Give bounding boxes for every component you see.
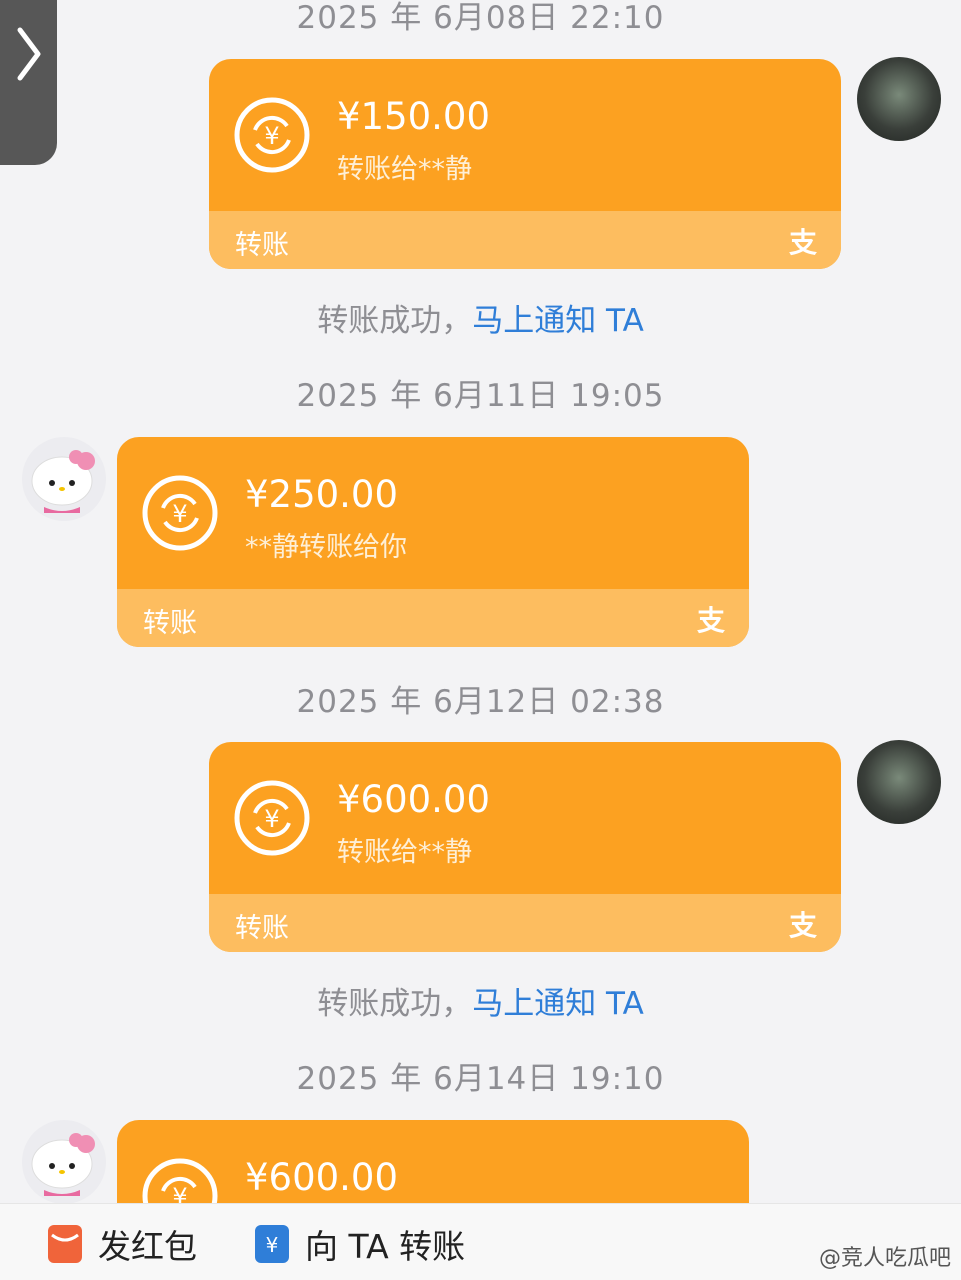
svg-text:¥: ¥	[172, 500, 187, 528]
transfer-status: 转账成功，马上通知 TA	[0, 978, 961, 1023]
timestamp: 2025 年 6月11日 19:05	[296, 378, 665, 414]
timestamp: 2025 年 6月08日 22:10	[296, 0, 665, 36]
hello-kitty-avatar-icon	[31, 450, 95, 513]
timestamp: 2025 年 6月14日 19:10	[296, 1061, 665, 1097]
transfer-label: 转账	[143, 608, 197, 639]
yuan-transfer-icon: ¥	[234, 780, 310, 856]
red-packet-label: 发红包	[98, 1227, 197, 1266]
alipay-icon: 支	[696, 604, 725, 637]
bubble-footer: 转账 支	[209, 211, 841, 269]
avatar[interactable]	[22, 437, 106, 521]
avatar[interactable]	[857, 740, 941, 824]
bubble-footer: 转账 支	[117, 589, 749, 647]
transfer-label: 转账	[235, 913, 289, 944]
timestamp: 2025 年 6月12日 02:38	[296, 684, 665, 720]
transfer-label: 向 TA 转账	[305, 1227, 466, 1266]
status-text: 转账成功，	[317, 303, 473, 339]
notify-link[interactable]: 马上通知 TA	[472, 303, 644, 339]
watermark: @竞人吃瓜吧	[818, 1246, 951, 1271]
svg-text:¥: ¥	[264, 122, 279, 150]
transfer-description: 转账给**静	[337, 154, 472, 185]
transfer-icon: ¥	[255, 1225, 289, 1263]
transfer-amount: ¥600.00	[337, 778, 491, 821]
bubble-footer: 转账 支	[209, 894, 841, 952]
transfer-amount: ¥600.00	[245, 1156, 399, 1199]
transfer-status: 转账成功，马上通知 TA	[0, 295, 961, 340]
svg-text:¥: ¥	[264, 805, 279, 833]
transfer-amount: ¥150.00	[337, 95, 491, 138]
transfer-label: 转账	[235, 230, 289, 261]
alipay-icon: 支	[788, 909, 817, 942]
red-packet-button[interactable]: 发红包	[48, 1222, 197, 1266]
transfer-bubble[interactable]: ¥ ¥250.00 **静转账给你 转账 支	[117, 437, 749, 647]
transfer-button[interactable]: ¥ 向 TA 转账	[255, 1222, 465, 1266]
hello-kitty-avatar-icon	[31, 1133, 95, 1196]
avatar[interactable]	[857, 57, 941, 141]
svg-text:¥: ¥	[266, 1233, 279, 1257]
bottom-action-bar: 发红包 ¥ 向 TA 转账	[0, 1203, 961, 1280]
avatar[interactable]	[22, 1120, 106, 1204]
transfer-description: **静转账给你	[245, 532, 407, 563]
red-packet-icon	[48, 1225, 82, 1263]
yuan-transfer-icon: ¥	[234, 97, 310, 173]
transfer-description: 转账给**静	[337, 837, 472, 868]
transfer-amount: ¥250.00	[245, 473, 399, 516]
transfer-bubble[interactable]: ¥ ¥150.00 转账给**静 转账 支	[209, 59, 841, 269]
transfer-bubble[interactable]: ¥ ¥600.00 转账给**静 转账 支	[209, 742, 841, 952]
yuan-transfer-icon: ¥	[142, 475, 218, 551]
status-text: 转账成功，	[317, 986, 473, 1022]
alipay-icon: 支	[788, 226, 817, 259]
notify-link[interactable]: 马上通知 TA	[472, 986, 644, 1022]
